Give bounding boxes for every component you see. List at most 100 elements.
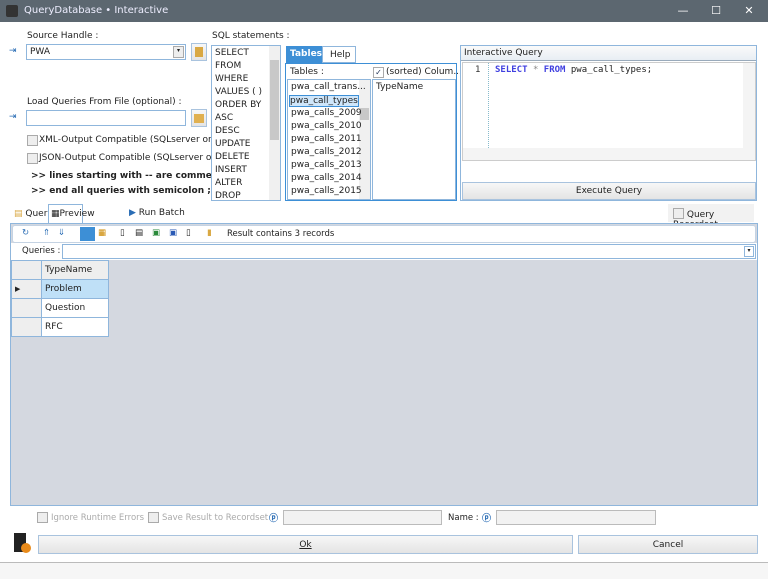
app-icon <box>6 5 18 17</box>
grid-cell[interactable]: RFC <box>41 317 109 337</box>
table-row[interactable]: RFC <box>11 317 109 337</box>
query-info-icon <box>14 533 31 553</box>
word-export-icon[interactable]: ▣ <box>169 228 177 238</box>
grid-icon: ▦ <box>51 209 60 219</box>
table-item[interactable]: pwa_calls_2013 <box>291 160 362 170</box>
vertical-scrollbar[interactable] <box>743 63 755 148</box>
sql-statement-item[interactable]: ALTER <box>215 178 242 188</box>
sql-statements-label: SQL statements : <box>212 31 290 41</box>
interactive-query-title: Interactive Query <box>461 46 756 61</box>
new-query-icon[interactable]: ▮ <box>207 228 212 238</box>
excel-export-icon[interactable]: ▣ <box>152 228 160 238</box>
tables-list[interactable]: pwa_call_trans... pwa_call_types pwa_calls… <box>287 79 371 200</box>
query-recordset-toggle[interactable]: Query Recordset <box>668 204 754 230</box>
toolbar: ↻ ⇑ ⇓ ▦ ▯ ▤ ▣ ▣ ▯ ▮ Result contains 3 re… <box>12 225 756 243</box>
cancel-button[interactable]: Cancel <box>578 535 758 554</box>
json-output-checkbox[interactable] <box>27 153 38 164</box>
queries-combo[interactable]: ▾ <box>62 244 756 259</box>
table-row[interactable]: ▶ Problem <box>11 279 109 299</box>
browse-file-button[interactable] <box>191 109 207 127</box>
table-item[interactable]: pwa_calls_2010 <box>291 121 362 131</box>
table-item[interactable]: pwa_call_types <box>289 95 359 107</box>
minimize-button[interactable]: — <box>668 2 698 20</box>
query-recordset-checkbox[interactable] <box>673 208 684 219</box>
source-settings-button[interactable] <box>191 43 207 61</box>
keyword-from: FROM <box>543 65 566 75</box>
tab-run-batch[interactable]: ▶ Run Batch <box>129 208 185 218</box>
table-item[interactable]: pwa_call_trans... <box>291 82 366 92</box>
table-item[interactable]: pwa_calls_2015 <box>291 186 362 196</box>
execute-query-button[interactable]: Execute Query <box>462 182 756 200</box>
ignore-errors-label: Ignore Runtime Errors <box>51 513 145 523</box>
table-item[interactable]: pwa_calls_2009 <box>291 108 362 118</box>
table-item[interactable]: pwa_calls_2012 <box>291 147 362 157</box>
column-item[interactable]: TypeName <box>376 82 423 92</box>
expand-all-icon[interactable]: ⇓ <box>58 228 65 238</box>
sql-statements-list[interactable]: SELECT FROM WHERE VALUES ( ) ORDER BY ASC DESC… <box>211 45 281 201</box>
grid-cell[interactable]: Problem <box>41 279 109 299</box>
status-bar <box>0 562 768 579</box>
load-queries-label: Load Queries From File (optional) : <box>27 97 182 107</box>
sql-statement-item[interactable]: INSERT <box>215 165 247 175</box>
keyword-select: SELECT <box>495 65 528 75</box>
sorted-checkbox[interactable]: ✓ <box>373 67 384 78</box>
table-row[interactable]: Question <box>11 298 109 318</box>
name-input[interactable] <box>496 510 656 525</box>
collapse-all-icon[interactable]: ⇑ <box>43 228 50 238</box>
line-number: 1 <box>475 65 481 75</box>
ignore-errors-checkbox[interactable] <box>37 512 48 523</box>
grid-cell[interactable]: Question <box>41 298 109 318</box>
queries-row: Queries : ▾ <box>11 243 757 260</box>
json-output-label: JSON-Output Compatible (SQLserver only) <box>39 153 229 163</box>
table-view-icon[interactable]: ▦ <box>98 228 106 238</box>
name-label: Name : <box>448 513 479 523</box>
table-item[interactable]: pwa_calls_2011 <box>291 134 362 144</box>
text-export-icon[interactable]: ▯ <box>120 228 125 238</box>
horizontal-scrollbar[interactable] <box>463 148 755 160</box>
title-bar: QueryDatabase • Interactive — ☐ ✕ <box>0 0 768 22</box>
results-grid[interactable]: TypeName ▶ Problem Question RFC <box>11 260 109 337</box>
xml-output-label: XML-Output Compatible (SQLserver only) <box>39 135 226 145</box>
sorted-columns-label: (sorted) Colum... <box>386 67 462 77</box>
hint-comment: >> lines starting with -- are comment <box>31 171 223 181</box>
tab-tables[interactable]: Tables <box>286 46 322 63</box>
tables-label: Tables : <box>290 67 324 77</box>
close-button[interactable]: ✕ <box>734 2 764 20</box>
query-editor[interactable]: 1 SELECT * FROM pwa_call_types; <box>462 62 756 161</box>
sql-statement-item[interactable]: DROP <box>215 191 241 200</box>
csv-export-icon[interactable]: ▤ <box>135 228 143 238</box>
xml-output-checkbox[interactable] <box>27 135 38 146</box>
window-title: QueryDatabase • Interactive <box>24 5 169 16</box>
load-file-input[interactable] <box>26 110 186 126</box>
sql-statement-item[interactable]: FROM <box>215 61 241 71</box>
tab-preview[interactable]: ▦Preview <box>48 204 95 224</box>
html-export-icon[interactable]: ▯ <box>186 228 191 238</box>
sql-statement-item[interactable]: ORDER BY <box>215 100 261 110</box>
column-header[interactable]: TypeName <box>41 260 109 280</box>
queries-label: Queries : <box>22 246 61 256</box>
recordset-input[interactable] <box>283 510 442 525</box>
sql-statement-item[interactable]: WHERE <box>215 74 248 84</box>
sql-statement-item[interactable]: ASC <box>215 113 233 123</box>
help-icon[interactable]: ⓟ <box>482 511 491 524</box>
columns-list[interactable]: TypeName <box>372 79 456 200</box>
sql-statement-item[interactable]: UPDATE <box>215 139 250 149</box>
sql-statement-item[interactable]: VALUES ( ) <box>215 87 262 97</box>
interactive-query-group: Interactive Query 1 SELECT * FROM pwa_ca… <box>460 45 757 201</box>
scrollbar[interactable] <box>269 46 280 200</box>
sql-statement-item[interactable]: DESC <box>215 126 240 136</box>
save-result-checkbox[interactable] <box>148 512 159 523</box>
tab-help[interactable]: Help <box>322 46 356 63</box>
sql-statement-item[interactable]: DELETE <box>215 152 250 162</box>
sql-statement-item[interactable]: SELECT <box>215 48 249 58</box>
ok-button[interactable]: Ok <box>38 535 573 554</box>
maximize-button[interactable]: ☐ <box>701 2 731 20</box>
help-icon[interactable]: ⓟ <box>269 511 278 524</box>
source-handle-combo[interactable]: PWA ▾ <box>26 44 186 60</box>
chevron-down-icon[interactable]: ▾ <box>744 246 754 257</box>
table-item[interactable]: pwa_calls_2014 <box>291 173 362 183</box>
chevron-down-icon[interactable]: ▾ <box>173 46 184 58</box>
grid-header: TypeName <box>11 260 109 280</box>
refresh-icon[interactable]: ↻ <box>22 228 29 238</box>
edit-mode-icon[interactable] <box>80 227 95 241</box>
